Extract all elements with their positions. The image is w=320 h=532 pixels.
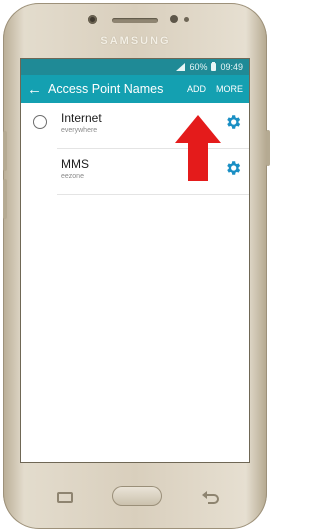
volume-up-key	[3, 131, 7, 171]
status-bar: 60% 09:49	[21, 59, 249, 75]
signal-icon	[176, 63, 186, 71]
home-button[interactable]	[112, 486, 162, 506]
apn-value: eezone	[61, 173, 84, 180]
apn-name: Internet	[61, 111, 102, 125]
page-title: Access Point Names	[48, 82, 164, 96]
settings-gear-icon[interactable]	[224, 159, 242, 177]
add-button[interactable]: ADD	[187, 84, 206, 94]
annotation-arrow-icon	[175, 115, 221, 181]
apn-value: everywhere	[61, 127, 98, 134]
list-divider	[57, 194, 249, 195]
apn-name: MMS	[61, 157, 89, 171]
battery-icon	[211, 62, 217, 71]
more-button[interactable]: MORE	[216, 84, 243, 94]
settings-gear-icon[interactable]	[224, 113, 242, 131]
recent-apps-key[interactable]	[57, 492, 73, 503]
radio-button-icon[interactable]	[33, 115, 47, 129]
volume-down-key	[3, 179, 7, 219]
earpiece-speaker	[112, 18, 158, 23]
brand-logo: SAMSUNG	[100, 35, 171, 47]
back-key-icon[interactable]	[202, 490, 220, 504]
app-bar: ← Access Point Names ADD MORE	[21, 75, 249, 103]
front-camera	[88, 15, 97, 24]
battery-percent: 60%	[189, 62, 208, 72]
power-key	[266, 130, 270, 166]
back-arrow-icon[interactable]: ←	[27, 81, 45, 98]
proximity-sensor	[170, 15, 178, 23]
light-sensor	[184, 17, 189, 22]
clock: 09:49	[220, 62, 243, 72]
